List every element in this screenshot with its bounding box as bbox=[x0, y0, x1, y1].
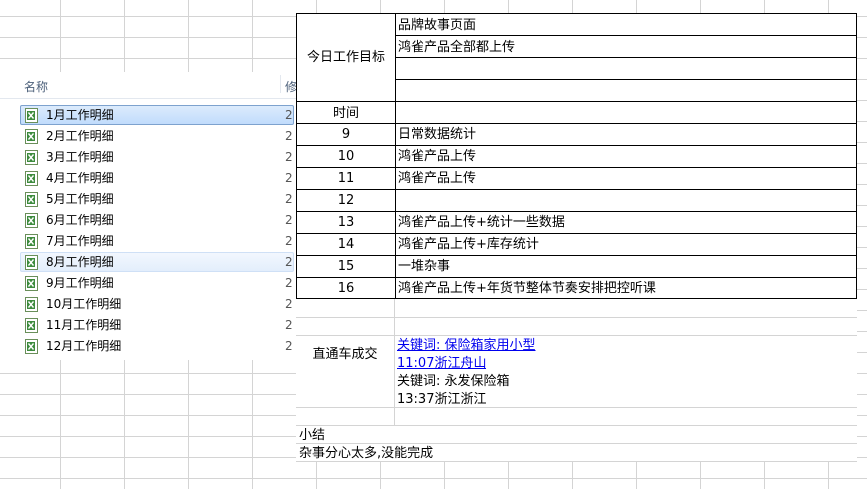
excel-file-icon bbox=[25, 297, 38, 312]
goal-1[interactable]: 品牌故事页面 bbox=[398, 16, 853, 35]
explorer-column-header: 名称 修 bbox=[0, 72, 297, 99]
file-modified: 2 bbox=[285, 234, 293, 248]
schedule-task[interactable]: 鸿雀产品上传 bbox=[398, 169, 853, 188]
file-modified: 2 bbox=[285, 255, 293, 269]
file-name: 7月工作明细 bbox=[46, 234, 114, 248]
schedule-task[interactable]: 鸿雀产品上传 bbox=[398, 147, 853, 166]
excel-file-icon bbox=[25, 339, 38, 354]
schedule-time[interactable]: 10 bbox=[297, 147, 395, 166]
file-modified: 2 bbox=[285, 150, 293, 164]
deal-time-link[interactable]: 11:07浙江舟山 bbox=[397, 354, 486, 373]
file-item[interactable]: 5月工作明细 2 bbox=[20, 189, 294, 209]
schedule-task[interactable]: 鸿雀产品上传+统计一些数据 bbox=[398, 213, 853, 232]
goal-label[interactable]: 今日工作目标 bbox=[297, 48, 395, 67]
excel-file-icon bbox=[25, 171, 38, 186]
excel-file-icon bbox=[25, 234, 38, 249]
file-name: 12月工作明细 bbox=[46, 339, 122, 353]
excel-file-icon bbox=[25, 276, 38, 291]
file-item[interactable]: 12月工作明细 2 bbox=[20, 336, 294, 356]
file-item[interactable]: 8月工作明细 2 bbox=[20, 252, 294, 272]
file-item[interactable]: 9月工作明细 2 bbox=[20, 273, 294, 293]
file-name: 8月工作明细 bbox=[46, 255, 114, 269]
file-modified: 2 bbox=[285, 339, 293, 353]
schedule-time[interactable]: 12 bbox=[297, 191, 395, 210]
schedule-task[interactable]: 一堆杂事 bbox=[398, 257, 853, 276]
goal-2[interactable]: 鸿雀产品全部都上传 bbox=[398, 38, 853, 57]
excel-file-icon bbox=[25, 255, 38, 270]
file-name: 4月工作明细 bbox=[46, 171, 114, 185]
file-modified: 2 bbox=[285, 318, 293, 332]
excel-file-icon bbox=[25, 108, 38, 123]
excel-file-icon bbox=[25, 213, 38, 228]
schedule-time[interactable]: 16 bbox=[297, 279, 395, 298]
schedule-time[interactable]: 15 bbox=[297, 257, 395, 276]
file-modified: 2 bbox=[285, 276, 293, 290]
file-item[interactable]: 10月工作明细 2 bbox=[20, 294, 294, 314]
summary-label[interactable]: 小结 bbox=[299, 426, 325, 445]
file-item[interactable]: 3月工作明细 2 bbox=[20, 147, 294, 167]
deal-time-2[interactable]: 13:37浙江浙江 bbox=[397, 390, 486, 409]
deal-label[interactable]: 直通车成交 bbox=[296, 345, 394, 364]
schedule-task[interactable]: 鸿雀产品上传+年货节整体节奏安排把控听课 bbox=[398, 279, 853, 298]
excel-file-icon bbox=[25, 150, 38, 165]
file-name: 2月工作明细 bbox=[46, 129, 114, 143]
file-item[interactable]: 4月工作明细 2 bbox=[20, 168, 294, 188]
summary-text[interactable]: 杂事分心太多,没能完成 bbox=[299, 444, 433, 463]
file-name: 6月工作明细 bbox=[46, 213, 114, 227]
excel-file-icon bbox=[25, 318, 38, 333]
file-name: 9月工作明细 bbox=[46, 276, 114, 290]
file-item[interactable]: 6月工作明细 2 bbox=[20, 210, 294, 230]
file-item[interactable]: 11月工作明细 2 bbox=[20, 315, 294, 335]
work-plan-table: 今日工作目标 品牌故事页面 鸿雀产品全部都上传 时间 9 日常数据统计 10 鸿雀产品… bbox=[296, 13, 857, 299]
deal-keyword-link[interactable]: 关键词: 保险箱家用小型 bbox=[397, 336, 536, 355]
file-explorer-panel: 名称 修 1月工作明细 2 2月工作明细 2 3月工作明细 2 4月工作明细 2 5月工作明细 2… bbox=[0, 72, 297, 360]
schedule-time[interactable]: 11 bbox=[297, 169, 395, 188]
excel-file-icon bbox=[25, 192, 38, 207]
deal-keyword-2[interactable]: 关键词: 永发保险箱 bbox=[397, 372, 510, 391]
schedule-task[interactable]: 鸿雀产品上传+库存统计 bbox=[398, 235, 853, 254]
file-name: 3月工作明细 bbox=[46, 150, 114, 164]
schedule-time[interactable]: 9 bbox=[297, 125, 395, 144]
file-modified: 2 bbox=[285, 297, 293, 311]
file-modified: 2 bbox=[285, 171, 293, 185]
file-name: 11月工作明细 bbox=[46, 318, 122, 332]
file-item[interactable]: 2月工作明细 2 bbox=[20, 126, 294, 146]
file-modified: 2 bbox=[285, 192, 293, 206]
file-name: 1月工作明细 bbox=[46, 108, 114, 122]
excel-file-icon bbox=[25, 129, 38, 144]
file-item[interactable]: 7月工作明细 2 bbox=[20, 231, 294, 251]
time-header[interactable]: 时间 bbox=[297, 104, 395, 123]
deal-summary-region: 直通车成交 关键词: 保险箱家用小型 11:07浙江舟山 关键词: 永发保险箱 … bbox=[296, 299, 857, 462]
file-modified: 2 bbox=[285, 108, 293, 122]
file-modified: 2 bbox=[285, 129, 293, 143]
schedule-task[interactable]: 日常数据统计 bbox=[398, 125, 853, 144]
name-column-header[interactable]: 名称 bbox=[24, 78, 48, 95]
file-name: 10月工作明细 bbox=[46, 297, 122, 311]
file-modified: 2 bbox=[285, 213, 293, 227]
schedule-time[interactable]: 14 bbox=[297, 235, 395, 254]
file-item[interactable]: 1月工作明细 2 bbox=[20, 105, 294, 125]
schedule-time[interactable]: 13 bbox=[297, 213, 395, 232]
column-divider[interactable] bbox=[280, 75, 281, 93]
file-name: 5月工作明细 bbox=[46, 192, 114, 206]
